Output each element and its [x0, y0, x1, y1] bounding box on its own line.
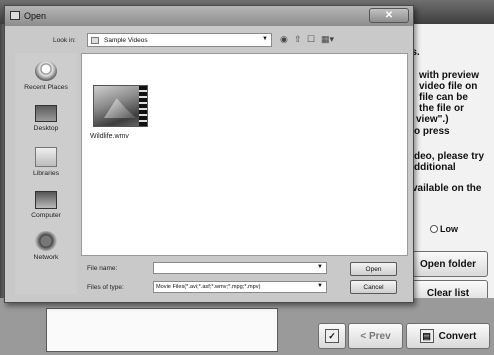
bg-instruction-line-4: file can be [419, 92, 468, 103]
look-in-dropdown[interactable]: Sample Videos ▼ [87, 33, 272, 47]
computer-icon [35, 191, 57, 209]
dialog-title-bar[interactable]: Open ✕ [5, 6, 413, 26]
look-in-value: Sample Videos [104, 36, 148, 44]
bg-instruction-line-8: deo, please try [414, 151, 485, 162]
convert-icon: ▤ [419, 329, 434, 343]
open-button[interactable]: Open [350, 262, 397, 276]
recent-places-icon [35, 61, 57, 81]
up-folder-icon[interactable]: ⇧ [294, 34, 302, 45]
close-button[interactable]: ✕ [369, 8, 409, 23]
place-recent-places[interactable]: Recent Places [15, 61, 77, 91]
places-bar: Recent Places Desktop Libraries Computer… [15, 53, 77, 294]
bg-instruction-line-5: the file or [419, 103, 465, 114]
convert-label: Convert [438, 330, 477, 342]
checkmark-button[interactable]: ✓ [318, 323, 346, 349]
radio-low-label: Low [440, 224, 458, 234]
file-name-input[interactable]: ▼ [153, 262, 327, 274]
background-file-list-box [46, 308, 278, 352]
film-strip-icon [139, 86, 147, 126]
bg-instruction-line-10: vailable on the [412, 183, 482, 194]
close-icon: ✕ [384, 10, 394, 21]
convert-button[interactable]: ▤ Convert [406, 323, 490, 349]
bg-instruction-line-3: video file on [419, 81, 478, 92]
chevron-down-icon: ▼ [317, 283, 323, 289]
chevron-down-icon: ▼ [317, 264, 323, 270]
open-label: Open [365, 265, 382, 273]
bg-instruction-line-9: dditional [414, 162, 456, 173]
clear-list-label: Clear list [426, 287, 470, 299]
prev-button[interactable]: < Prev [348, 323, 403, 349]
dialog-title: Open [24, 11, 47, 21]
prev-label: < Prev [360, 330, 391, 342]
files-of-type-value: Movie Files(*.avi;*.asf;*.wmv;*.mpg;*.mp… [156, 284, 261, 290]
place-label: Computer [31, 212, 61, 219]
place-label: Libraries [32, 170, 60, 177]
place-label: Recent Places [24, 84, 68, 91]
views-menu-icon[interactable]: ▦▾ [321, 34, 334, 45]
quality-low-radio[interactable]: Low [430, 224, 458, 234]
bg-instruction-line-6: view".) [416, 114, 449, 125]
file-list-view[interactable]: Wildlife.wmv [81, 53, 408, 256]
cancel-button[interactable]: Cancel [350, 280, 397, 294]
thumbnail-scene [104, 98, 136, 118]
desktop-icon [35, 105, 57, 122]
checkmark-icon: ✓ [325, 329, 339, 343]
folder-icon [91, 36, 99, 44]
place-computer[interactable]: Computer [15, 191, 77, 219]
bg-instruction-line-7: o press [414, 126, 450, 137]
open-file-dialog: Open ✕ Look in: Sample Videos ▼ ◉ ⇧ ☐ ▦▾… [4, 5, 414, 303]
back-icon[interactable]: ◉ [280, 34, 288, 45]
window-icon [10, 11, 20, 20]
cancel-label: Cancel [363, 283, 384, 291]
libraries-icon [35, 147, 57, 167]
files-of-type-label: Files of type: [87, 284, 124, 291]
file-name: Wildlife.wmv [90, 133, 129, 140]
video-thumbnail-icon [93, 85, 148, 127]
look-in-label: Look in: [53, 37, 76, 44]
open-folder-button[interactable]: Open folder [408, 251, 488, 277]
file-name-label: File name: [87, 265, 118, 272]
place-network[interactable]: Network [15, 231, 77, 261]
chevron-down-icon: ▼ [262, 36, 268, 42]
place-libraries[interactable]: Libraries [15, 147, 77, 177]
place-label: Desktop [33, 125, 59, 132]
place-label: Network [33, 254, 59, 261]
files-of-type-dropdown[interactable]: Movie Files(*.avi;*.asf;*.wmv;*.mpg;*.mp… [153, 281, 327, 293]
bg-instruction-line-2: with preview [419, 70, 480, 81]
new-folder-icon[interactable]: ☐ [307, 34, 315, 45]
network-icon [35, 231, 57, 251]
radio-circle-icon [430, 225, 438, 233]
place-desktop[interactable]: Desktop [15, 105, 77, 132]
open-folder-label: Open folder [419, 258, 477, 270]
